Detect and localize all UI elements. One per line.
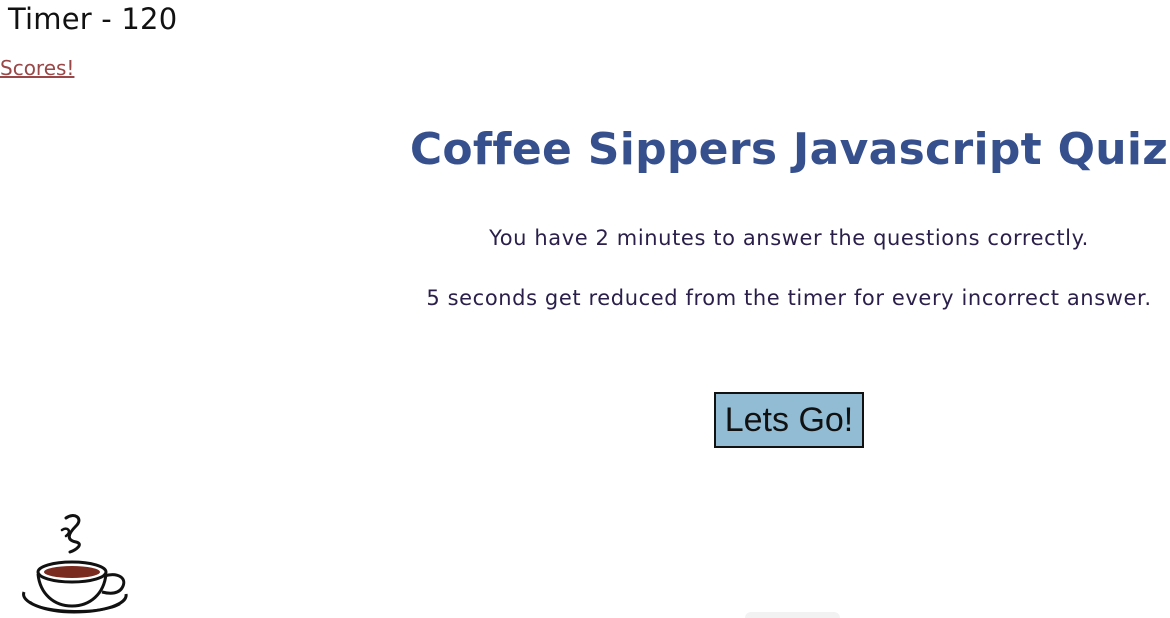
- scores-link[interactable]: Scores!: [0, 55, 74, 81]
- partial-footer-element: [745, 612, 840, 618]
- quiz-start-page: Timer - 120 Scores! Coffee Sippers Javas…: [0, 0, 1170, 618]
- coffee-cup-icon: [22, 514, 128, 614]
- instruction-time-limit: You have 2 minutes to answer the questio…: [489, 226, 1089, 250]
- page-title: Coffee Sippers Javascript Quiz: [409, 124, 1169, 175]
- start-quiz-button[interactable]: Lets Go!: [714, 392, 864, 448]
- timer-display: Timer - 120: [8, 2, 178, 36]
- instruction-penalty: 5 seconds get reduced from the timer for…: [426, 286, 1152, 310]
- quiz-intro: Coffee Sippers Javascript Quiz You have …: [408, 120, 1170, 448]
